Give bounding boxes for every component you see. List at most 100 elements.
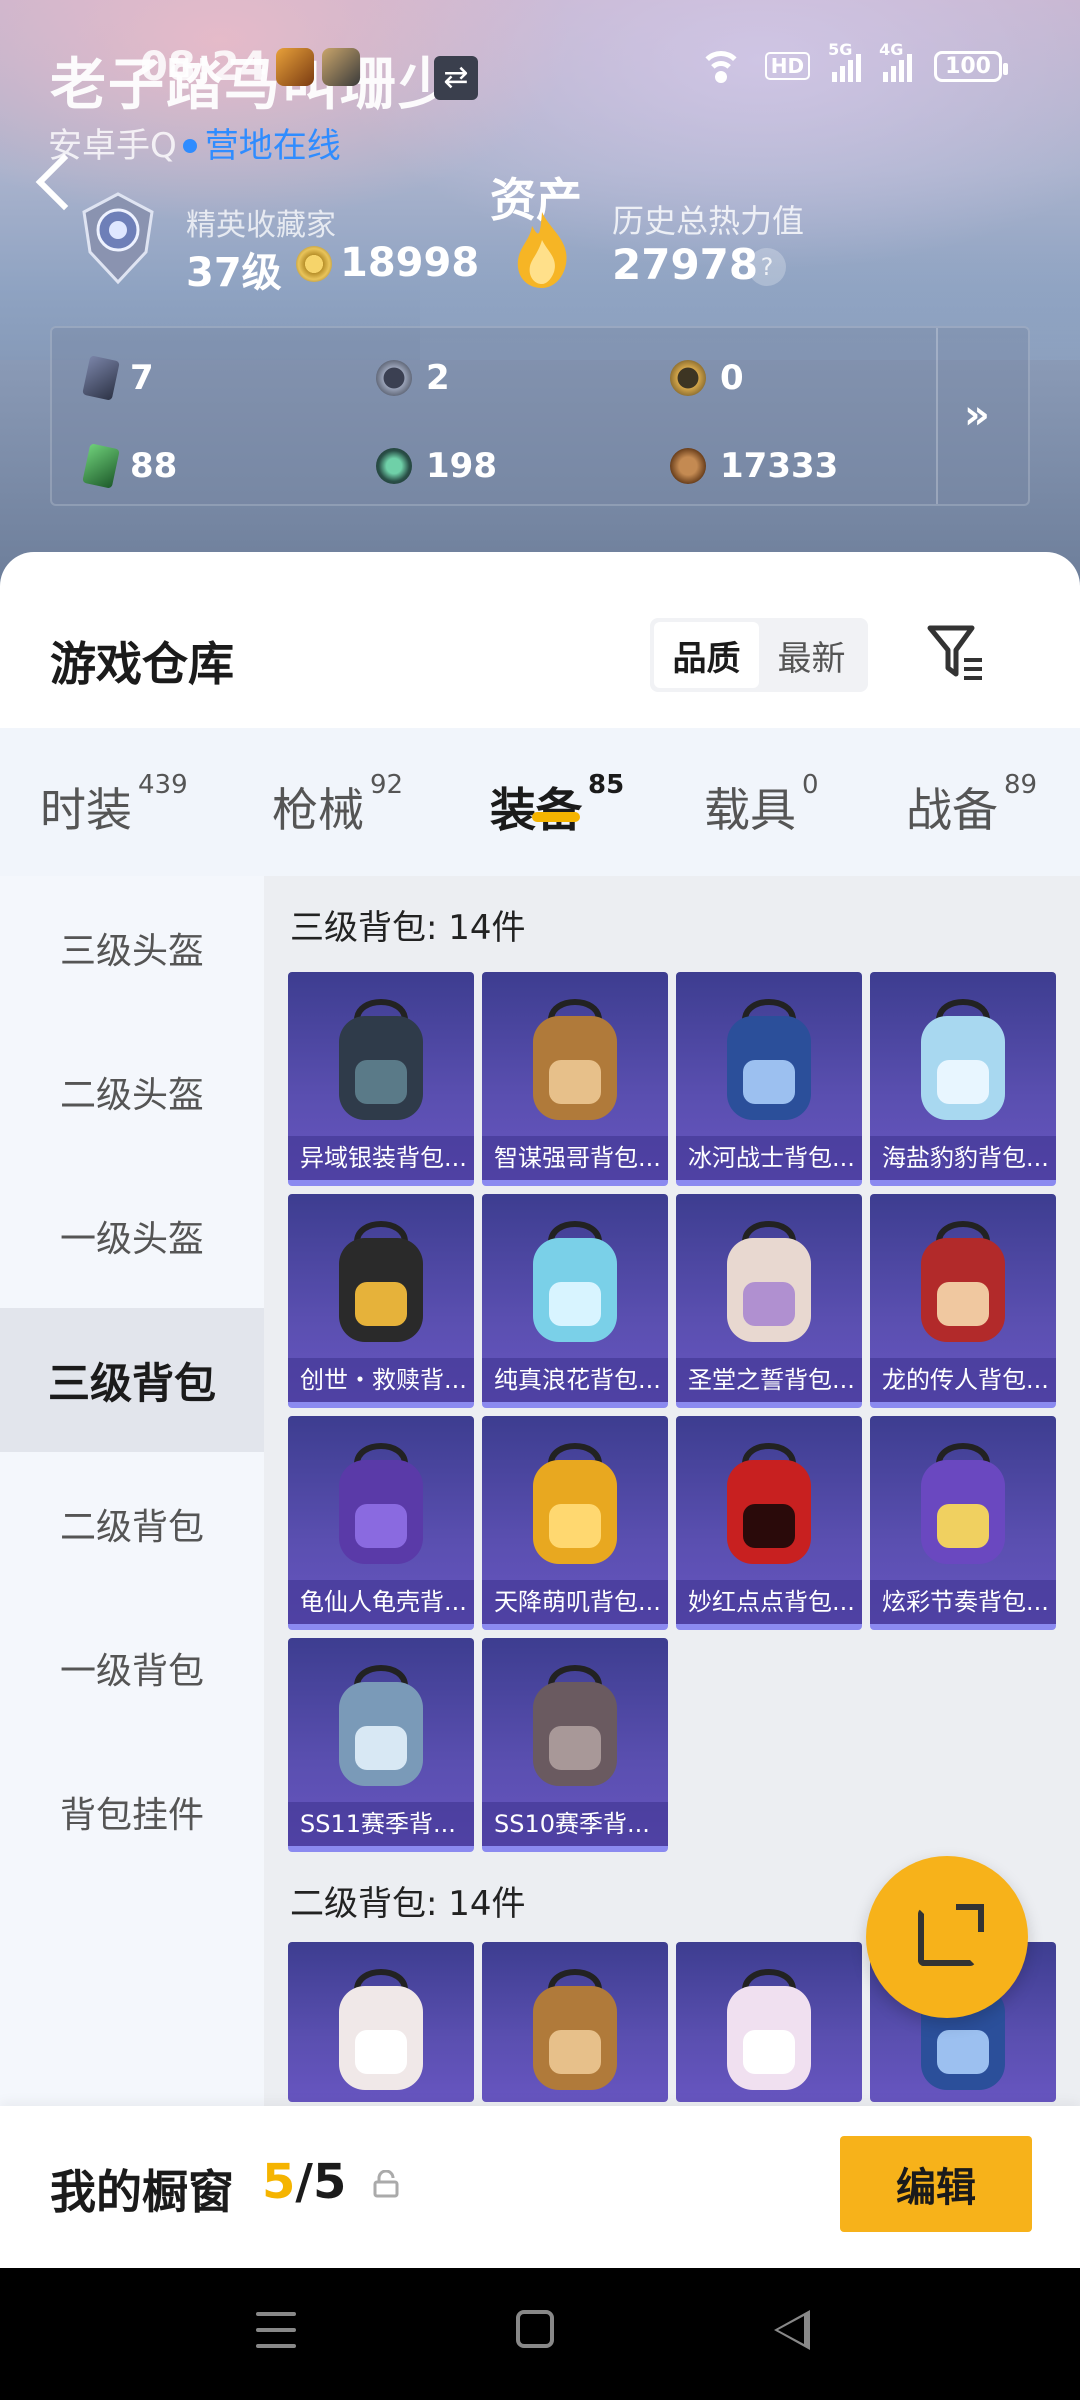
stat-value: 198 — [426, 446, 497, 486]
stat-value: 7 — [130, 358, 154, 398]
sort-quality-option[interactable]: 品质 — [654, 622, 759, 688]
flame-icon — [517, 212, 567, 288]
heat-value: 27978 — [612, 240, 759, 289]
backpack-icon — [339, 1221, 423, 1342]
item-name: 纯真浪花背包... — [482, 1358, 668, 1402]
sidebar-item-lv2-helmet[interactable]: 二级头盔 — [0, 1020, 264, 1164]
stats-more-icon[interactable]: » — [964, 392, 990, 438]
stat-green-card: 88 — [82, 443, 178, 489]
backpack-icon — [533, 1665, 617, 1786]
sidebar-item-lv3-backpack[interactable]: 三级背包 — [0, 1308, 264, 1452]
tab-label: 载具 — [704, 783, 796, 837]
item-card[interactable]: SS10赛季背... — [482, 1638, 668, 1852]
stat-value: 88 — [130, 446, 178, 486]
sort-newest-option[interactable]: 最新 — [759, 622, 864, 688]
rank-title: 精英收藏家 — [186, 208, 336, 243]
item-card[interactable]: 纯真浪花背包... — [482, 1194, 668, 1408]
status-time: 08:24 — [140, 44, 268, 90]
tab-label: 枪械 — [272, 783, 364, 837]
sort-toggle[interactable]: 品质 最新 — [650, 618, 868, 692]
stats-divider — [936, 328, 938, 504]
edit-button[interactable]: 编辑 — [840, 2136, 1032, 2232]
backpack-icon — [727, 1221, 811, 1342]
status-icons: HD 5G 4G 100 — [698, 40, 1008, 83]
item-name: 妙红点点背包... — [676, 1580, 862, 1624]
item-card[interactable]: 天降萌叽背包... — [482, 1416, 668, 1630]
showcase-title: 我的橱窗 — [50, 2165, 234, 2219]
home-icon[interactable] — [516, 2310, 554, 2348]
tab-supplies[interactable]: 战备 89 — [906, 770, 1037, 840]
recent-apps-icon[interactable] — [256, 2312, 296, 2348]
jade-coin-icon — [376, 448, 412, 484]
tab-count: 0 — [802, 770, 819, 800]
item-card[interactable] — [288, 1942, 474, 2102]
stat-value: 17333 — [720, 446, 839, 486]
stat-jade-coin: 198 — [376, 446, 497, 486]
card-icon — [82, 355, 120, 401]
item-card[interactable] — [482, 1942, 668, 2102]
item-name: SS11赛季背... — [288, 1802, 474, 1846]
battery-icon: 100 — [934, 50, 1008, 82]
sidebar-item-lv1-backpack[interactable]: 一级背包 — [0, 1596, 264, 1740]
share-button[interactable] — [866, 1856, 1028, 2018]
item-card[interactable]: 炫彩节奏背包... — [870, 1416, 1056, 1630]
system-back-icon[interactable] — [774, 2310, 810, 2350]
lock-icon — [373, 2170, 399, 2198]
tab-weapons[interactable]: 枪械 92 — [272, 770, 403, 840]
backpack-icon — [921, 1221, 1005, 1342]
sidebar-item-lv1-helmet[interactable]: 一级头盔 — [0, 1164, 264, 1308]
item-card[interactable]: 龟仙人龟壳背... — [288, 1416, 474, 1630]
signal-4g-label: 4G — [879, 40, 904, 59]
sidebar-item-lv2-backpack[interactable]: 二级背包 — [0, 1452, 264, 1596]
backpack-icon — [921, 1443, 1005, 1564]
switch-account-icon[interactable]: ⇄ — [434, 56, 478, 100]
item-card[interactable]: 妙红点点背包... — [676, 1416, 862, 1630]
sidebar-item-backpack-charm[interactable]: 背包挂件 — [0, 1740, 264, 1884]
item-card[interactable]: 异域银装背包... — [288, 972, 474, 1186]
item-card[interactable] — [676, 1942, 862, 2102]
rank-badge-icon — [82, 192, 154, 285]
showcase-bar: 我的橱窗 5/5 编辑 — [0, 2106, 1080, 2268]
group-title-lv2-backpack: 二级背包: 14件 — [290, 1884, 526, 1924]
signal-5g-icon: 5G — [828, 40, 862, 82]
bronze-coin-icon — [670, 448, 706, 484]
tab-equipment[interactable]: 装备 85 — [490, 770, 624, 840]
sub-category-nav: 三级头盔 二级头盔 一级头盔 三级背包 二级背包 一级背包 背包挂件 — [0, 876, 264, 2268]
item-name: 海盐豹豹背包... — [870, 1136, 1056, 1180]
sidebar-item-lv3-helmet[interactable]: 三级头盔 — [0, 876, 264, 1020]
item-card[interactable]: 龙的传人背包... — [870, 1194, 1056, 1408]
help-icon[interactable]: ? — [748, 248, 786, 286]
currency-stats-panel[interactable]: 7 2 0 88 198 17333 » — [50, 326, 1030, 506]
item-card[interactable]: 智谋强哥背包... — [482, 972, 668, 1186]
profile-header: 老子踏马叫珊少 08:24 ⇄ HD 5G 4G 100 安卓手Q 营地在线 精英… — [0, 0, 1080, 600]
tab-label: 装备 — [490, 783, 582, 837]
warehouse-title: 游戏仓库 — [50, 637, 234, 691]
backpack-icon — [727, 999, 811, 1120]
backpack-icon — [533, 1443, 617, 1564]
wifi-icon — [698, 51, 743, 83]
tab-count: 85 — [588, 770, 625, 800]
item-card[interactable]: SS11赛季背... — [288, 1638, 474, 1852]
showcase-total: /5 — [295, 2154, 347, 2210]
tab-costume[interactable]: 时装 439 — [40, 770, 188, 840]
tab-count: 92 — [370, 770, 404, 800]
item-card[interactable]: 冰河战士背包... — [676, 972, 862, 1186]
item-name: 创世・救赎背... — [288, 1358, 474, 1402]
item-card[interactable]: 圣堂之誓背包... — [676, 1194, 862, 1408]
online-dot-icon — [182, 138, 197, 153]
coin-icon — [296, 246, 332, 282]
backpack-icon — [339, 1665, 423, 1786]
heat-title: 历史总热力值 — [612, 202, 805, 240]
category-tabs: 时装 439 枪械 92 装备 85 载具 0 战备 89 — [0, 728, 1080, 876]
filter-icon[interactable] — [926, 622, 984, 684]
stat-card: 7 — [82, 355, 154, 401]
active-tab-indicator — [532, 812, 580, 822]
showcase-current: 5 — [262, 2154, 296, 2210]
item-card[interactable]: 创世・救赎背... — [288, 1194, 474, 1408]
item-card[interactable]: 海盐豹豹背包... — [870, 972, 1056, 1186]
tab-count: 89 — [1004, 770, 1038, 800]
group-title-lv3-backpack: 三级背包: 14件 — [290, 908, 526, 948]
stat-bronze-coin: 17333 — [670, 446, 838, 486]
backpack-icon — [339, 999, 423, 1120]
tab-vehicles[interactable]: 载具 0 — [704, 770, 819, 840]
